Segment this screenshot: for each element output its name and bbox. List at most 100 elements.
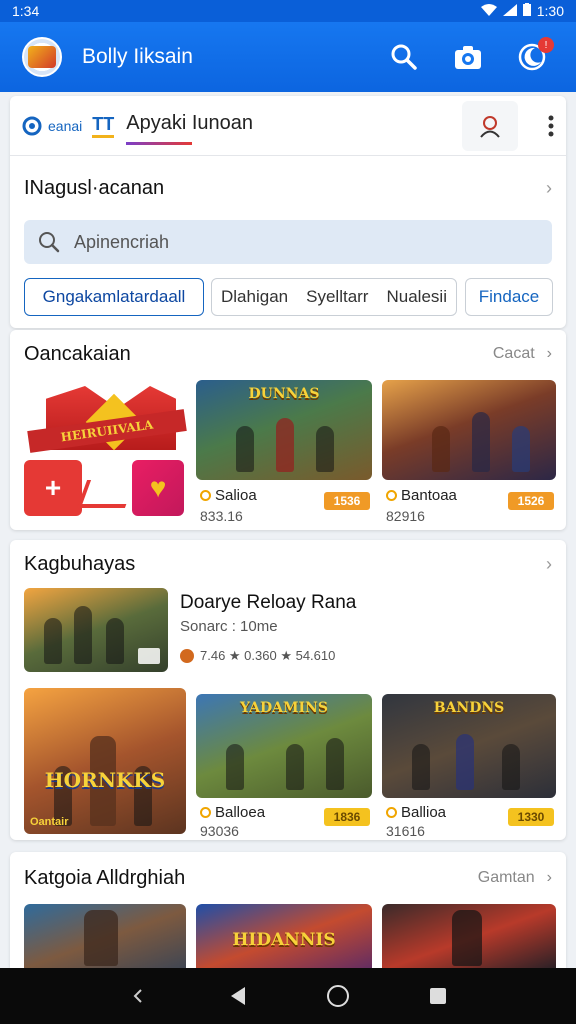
figure-shape	[236, 426, 254, 472]
game-price-1[interactable]: 1536	[324, 492, 370, 510]
app-logo[interactable]	[22, 37, 62, 77]
game-name-text: Salioa	[215, 487, 257, 504]
search-placeholder: Apinencriah	[74, 231, 170, 252]
game-name-1: Salioa	[200, 487, 257, 504]
home-circle-icon	[327, 985, 349, 1007]
logo-art-icon	[28, 46, 56, 68]
nav-recents-button[interactable]	[423, 981, 453, 1011]
section2-card: Kagbuhayas › Doarye Reloay Rana Sonarc :…	[10, 540, 566, 840]
coin-icon	[200, 490, 211, 501]
section1-card: Oancakaian Cacat › HEIRUIIVALA + ♥ DUNNAS…	[10, 330, 566, 530]
section2-header[interactable]: Kagbuhayas ›	[10, 540, 566, 588]
game-price-4[interactable]: 1836	[324, 808, 370, 826]
section3-see-all[interactable]: Gamtan ›	[478, 869, 552, 887]
game-thumb-8[interactable]	[382, 904, 556, 968]
tab-tt[interactable]: TT	[92, 114, 115, 138]
featured-title: Doarye Reloay Rana	[180, 592, 357, 613]
section3-header: Katgoia Alldrghiah Gamtan ›	[10, 852, 566, 904]
chip-1[interactable]: Dlahigan	[221, 287, 288, 307]
tab-brand-label: eanai	[48, 117, 83, 134]
figure-shape	[472, 412, 490, 472]
status-icons: 1:30	[480, 3, 564, 19]
figure-shape	[106, 618, 124, 664]
game-thumb-2[interactable]	[382, 380, 556, 480]
game-price-5[interactable]: 1330	[508, 808, 554, 826]
game-art-bottom-3: Oantair	[30, 816, 69, 828]
figure-shape	[412, 744, 430, 790]
more-vert-icon	[548, 115, 554, 136]
battery-icon	[522, 3, 531, 19]
game-name-text: Balloea	[215, 804, 266, 821]
game-thumb-4[interactable]: YADAMINS	[196, 694, 372, 798]
coin-icon	[200, 807, 211, 818]
game-sub-1: 833.16	[200, 508, 243, 524]
promo-banner[interactable]: HEIRUIIVALA + ♥	[24, 380, 188, 520]
game-sub-2: 82916	[386, 508, 425, 524]
game-thumb-1[interactable]: DUNNAS	[196, 380, 372, 480]
person-pin-icon	[480, 115, 500, 138]
game-art-title-5: BANDNS	[433, 700, 505, 716]
plus-app-icon: +	[24, 460, 82, 516]
explore-title: INagusl·acanan	[24, 176, 165, 199]
video-icon	[138, 648, 160, 664]
game-art-title-4: YADAMINS	[240, 700, 328, 716]
section3-card: Katgoia Alldrghiah Gamtan › HIDANNIS	[10, 852, 566, 968]
camera-icon	[455, 46, 481, 69]
figure-shape	[74, 606, 92, 664]
game-art-title-7: HIDANNIS	[232, 930, 336, 950]
app-bar: Bolly Iiksain !	[0, 22, 576, 92]
game-name-2: Bantoaa	[386, 487, 457, 504]
back-triangle-icon	[231, 987, 245, 1005]
nav-back-triangle-button[interactable]	[223, 981, 253, 1011]
section2-title: Kagbuhayas	[24, 552, 136, 575]
explore-header[interactable]: INagusl·acanan ›	[10, 156, 566, 220]
tab-active[interactable]: Apyaki Iunoan	[126, 112, 253, 145]
game-sub-4: 93036	[200, 823, 239, 839]
nav-back-button[interactable]	[123, 981, 153, 1011]
app-title: Bolly Iiksain	[82, 45, 193, 68]
chip-3[interactable]: Nualesii	[387, 287, 447, 307]
game-price-2[interactable]: 1526	[508, 492, 554, 510]
figure-shape	[456, 734, 474, 790]
section3-title: Katgoia Alldrghiah	[24, 866, 186, 889]
see-all-label: Cacat	[492, 345, 535, 362]
notifications-button[interactable]: !	[510, 35, 554, 79]
game-sub-5: 31616	[386, 823, 425, 839]
rank-icon	[180, 649, 194, 663]
section1-header: Oancakaian Cacat ›	[10, 330, 566, 378]
chip-0[interactable]: Gngakamlatardaall	[24, 278, 204, 316]
game-thumb-6[interactable]	[24, 904, 186, 968]
figure-shape	[276, 418, 294, 472]
coin-icon	[386, 807, 397, 818]
profile-button[interactable]	[462, 100, 518, 151]
tab-brand[interactable]: eanai	[22, 116, 82, 136]
game-name-text: Ballioa	[401, 804, 447, 821]
wifi-icon	[480, 3, 497, 19]
game-thumb-5[interactable]: BANDNS	[382, 694, 556, 798]
figure-shape	[452, 910, 482, 966]
camera-button[interactable]	[446, 35, 490, 79]
bird-app-icon: ♥	[132, 460, 184, 516]
search-input[interactable]: Apinencriah	[24, 220, 552, 264]
section1-see-all[interactable]: Cacat ›	[493, 345, 552, 363]
game-name-4: Balloea	[200, 804, 265, 821]
chip-2[interactable]: Syelltarr	[306, 287, 368, 307]
chip-group[interactable]: Dlahigan Syelltarr Nualesii	[211, 278, 457, 316]
figure-shape	[326, 738, 344, 790]
status-bar: 1:34 1:30	[0, 0, 576, 22]
figure-shape	[316, 426, 334, 472]
chevron-left-icon	[133, 989, 142, 1003]
figure-shape	[286, 744, 304, 790]
promo-zigzag	[76, 480, 136, 508]
game-thumb-3[interactable]: HORNKKS Oantair	[24, 688, 186, 834]
chip-4[interactable]: Findace	[465, 278, 553, 316]
game-art-title-1: DUNNAS	[248, 386, 320, 402]
more-button[interactable]	[518, 115, 554, 137]
nav-home-button[interactable]	[323, 981, 353, 1011]
game-thumb-7[interactable]: HIDANNIS	[196, 904, 372, 968]
recents-square-icon	[430, 988, 446, 1004]
system-nav-bar	[0, 968, 576, 1024]
chevron-right-icon: ›	[546, 177, 552, 198]
featured-thumb[interactable]	[24, 588, 168, 672]
search-button[interactable]	[382, 35, 426, 79]
